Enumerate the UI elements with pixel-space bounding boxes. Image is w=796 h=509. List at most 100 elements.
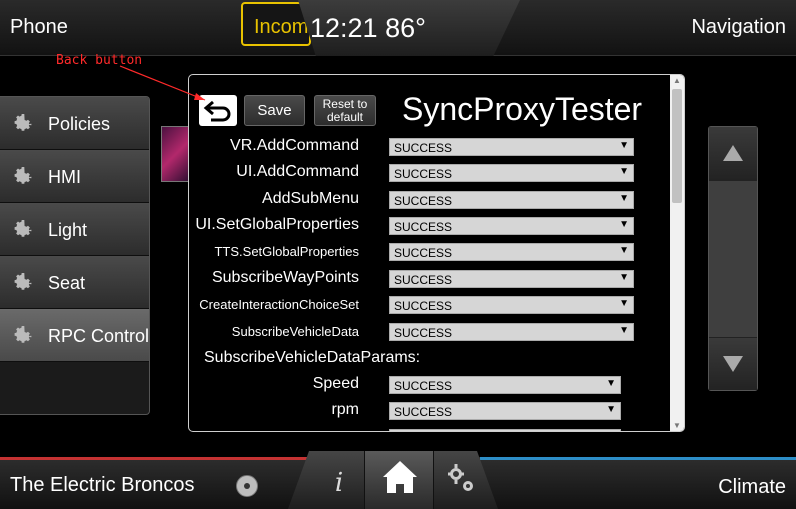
dropdown-arrow-icon: ▼	[606, 404, 616, 415]
rpc-label: VR.AddCommand	[230, 137, 359, 154]
select-value: SUCCESS	[394, 405, 453, 419]
section-label: SubscribeVehicleDataParams:	[204, 349, 421, 366]
rpc-row: UI.SetGlobalProperties SUCCESS ▼	[189, 213, 669, 239]
rpc-label: SubscribeWayPoints	[211, 269, 359, 286]
select-value: SUCCESS	[394, 379, 453, 393]
reset-to-default-button[interactable]: Reset to default	[314, 95, 376, 126]
result-select[interactable]: SUCCESS ▼	[389, 217, 634, 235]
dropdown-arrow-icon: ▼	[619, 166, 629, 177]
scroll-down-button[interactable]	[709, 338, 757, 390]
select-value: SUCCESS	[394, 220, 453, 234]
annotation-label: Back button	[56, 53, 143, 68]
gear-icon	[14, 114, 32, 131]
result-select[interactable]	[389, 429, 621, 431]
gear-icon	[14, 220, 32, 237]
back-button[interactable]	[199, 95, 237, 126]
result-select[interactable]: SUCCESS ▼	[389, 323, 634, 341]
gear-icon	[14, 167, 32, 184]
side-menu: Policies HMI Light Seat RPC Control	[0, 96, 150, 415]
disc-icon[interactable]	[236, 475, 258, 497]
settings-icon[interactable]	[440, 462, 486, 502]
param-label: Speed	[312, 375, 359, 392]
result-select[interactable]: SUCCESS ▼	[389, 270, 634, 288]
rpc-label: TTS.SetGlobalProperties	[214, 244, 359, 259]
rpc-label: CreateInteractionChoiceSet	[199, 297, 359, 312]
scroll-up-icon[interactable]: ▲	[673, 76, 681, 85]
rpc-row: SubscribeVehicleData SUCCESS ▼	[189, 319, 669, 345]
select-value: SUCCESS	[394, 299, 453, 313]
result-select[interactable]: SUCCESS ▼	[389, 296, 634, 314]
menu-item-rpc-control[interactable]: RPC Control	[0, 309, 149, 362]
scroll-up-button[interactable]	[709, 127, 757, 179]
gear-icon	[14, 326, 32, 343]
dropdown-arrow-icon: ▼	[619, 298, 629, 309]
menu-item-light[interactable]: Light	[0, 203, 149, 256]
dropdown-arrow-icon: ▼	[619, 219, 629, 230]
back-arrow-icon	[203, 100, 231, 122]
list-scroller	[708, 126, 758, 391]
dropdown-arrow-icon: ▼	[619, 245, 629, 256]
dropdown-arrow-icon: ▼	[619, 140, 629, 151]
result-select[interactable]: SUCCESS ▼	[389, 402, 621, 420]
media-source-label[interactable]: The Electric Broncos	[10, 474, 195, 497]
menu-label: HMI	[48, 167, 81, 187]
scroll-track[interactable]	[709, 181, 757, 337]
param-label: rpm	[331, 401, 359, 418]
scrollbar-thumb[interactable]	[672, 89, 682, 203]
rpc-row: SubscribeWayPoints SUCCESS ▼	[189, 266, 669, 292]
sync-proxy-tester-dialog: Save Reset to default SyncProxyTester VR…	[188, 74, 685, 432]
media-accent	[0, 457, 340, 460]
rpc-row: VR.AddCommand SUCCESS ▼	[189, 134, 669, 160]
arrow-up-icon	[723, 145, 743, 161]
param-row-partial	[189, 425, 669, 431]
climate-accent	[480, 457, 796, 460]
home-button[interactable]	[364, 451, 434, 509]
dropdown-arrow-icon: ▼	[619, 272, 629, 283]
select-value: SUCCESS	[394, 194, 453, 208]
rpc-label: SubscribeVehicleData	[231, 324, 359, 339]
rpc-row: UI.AddCommand SUCCESS ▼	[189, 160, 669, 186]
rpc-label: UI.AddCommand	[236, 163, 359, 180]
result-select[interactable]: SUCCESS ▼	[389, 191, 634, 209]
result-select[interactable]: SUCCESS ▼	[389, 138, 634, 156]
home-icon	[383, 461, 417, 493]
menu-label: Seat	[48, 273, 86, 293]
rpc-label: AddSubMenu	[262, 190, 359, 207]
arrow-down-icon	[723, 356, 743, 372]
save-button[interactable]: Save	[244, 95, 305, 126]
select-value: SUCCESS	[394, 167, 453, 181]
select-value: SUCCESS	[394, 141, 453, 155]
param-row: Speed SUCCESS ▼	[189, 372, 669, 398]
clock-temperature: 12:21 86°	[310, 13, 426, 43]
dialog-title: SyncProxyTester	[402, 91, 643, 127]
menu-label: RPC Control	[48, 326, 150, 346]
menu-item-policies[interactable]: Policies	[0, 97, 149, 150]
incoming-call-button[interactable]: Incoming	[241, 2, 311, 46]
select-value: SUCCESS	[394, 326, 453, 340]
menu-label: Policies	[48, 114, 111, 134]
album-art-thumbnail	[161, 126, 191, 182]
menu-item-hmi[interactable]: HMI	[0, 150, 149, 203]
dialog-scrollbar[interactable]: ▲ ▼	[670, 75, 684, 431]
result-select[interactable]: SUCCESS ▼	[389, 164, 634, 182]
navigation-tab[interactable]: Navigation	[691, 16, 786, 39]
menu-label: Light	[48, 220, 88, 240]
result-select[interactable]: SUCCESS ▼	[389, 376, 621, 394]
dropdown-arrow-icon: ▼	[606, 378, 616, 389]
result-select[interactable]: SUCCESS ▼	[389, 243, 634, 261]
dropdown-arrow-icon: ▼	[619, 325, 629, 336]
rpc-label: UI.SetGlobalProperties	[195, 216, 359, 233]
climate-tab[interactable]: Climate	[718, 476, 786, 499]
gear-icon	[14, 273, 32, 290]
dropdown-arrow-icon: ▼	[619, 193, 629, 204]
scroll-down-icon[interactable]: ▼	[673, 421, 681, 430]
info-icon[interactable]: i	[318, 461, 360, 505]
rpc-row: CreateInteractionChoiceSet SUCCESS ▼	[189, 292, 669, 318]
rpc-row: TTS.SetGlobalProperties SUCCESS ▼	[189, 239, 669, 265]
phone-tab[interactable]: Phone	[10, 16, 68, 39]
select-value: SUCCESS	[394, 246, 453, 260]
menu-item-seat[interactable]: Seat	[0, 256, 149, 309]
param-row: rpm SUCCESS ▼	[189, 398, 669, 424]
rpc-row: AddSubMenu SUCCESS ▼	[189, 187, 669, 213]
select-value: SUCCESS	[394, 273, 453, 287]
